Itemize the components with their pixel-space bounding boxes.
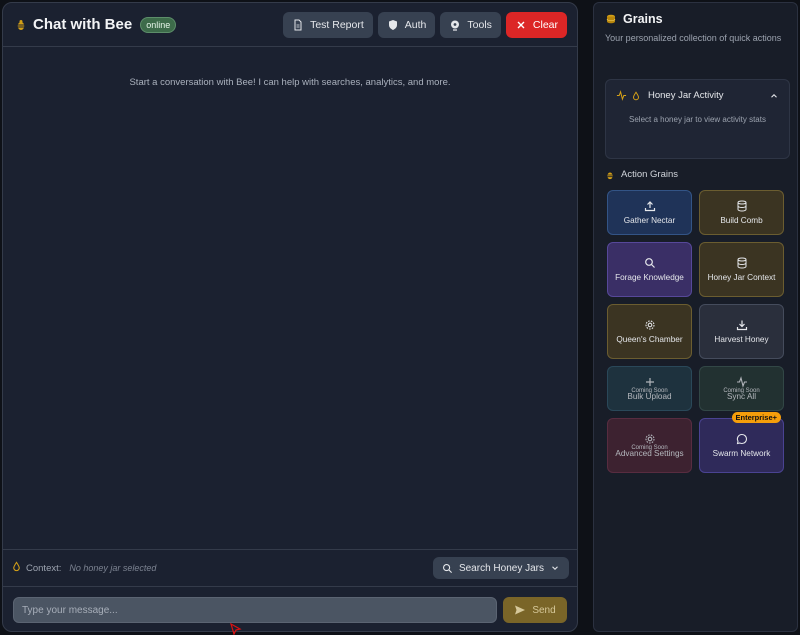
grains-subtitle: Your personalized collection of quick ac…: [605, 33, 782, 43]
upload-icon: [644, 200, 655, 211]
test-report-button[interactable]: Test Report: [283, 11, 373, 38]
action-grains-label: Action Grains: [605, 169, 678, 180]
bee-icon: [15, 19, 27, 31]
grains-header: Grains: [594, 3, 797, 26]
send-icon: [515, 605, 526, 615]
context-label: Context:: [26, 562, 62, 574]
clear-button[interactable]: Clear: [505, 11, 567, 38]
search-honey-jars-label: Search Honey Jars: [458, 562, 544, 574]
chevron-up-icon[interactable]: [769, 91, 779, 101]
shield-icon: [388, 19, 397, 30]
document-icon: [294, 19, 302, 30]
message-input-row: Send: [3, 595, 577, 625]
tile-label: Gather Nectar: [623, 215, 676, 225]
chat-panel: Chat with Bee online Test Report Auth To…: [2, 2, 578, 632]
harvest-honey-tile[interactable]: Harvest Honey: [699, 304, 784, 359]
coming-soon-badge: Coming Soon: [723, 388, 760, 394]
search-honey-jars-button[interactable]: Search Honey Jars: [432, 557, 569, 579]
activity-body: Select a honey jar to view activity stat…: [629, 115, 766, 124]
activity-title: Honey Jar Activity: [648, 90, 724, 101]
coins-icon: [606, 14, 616, 24]
brain-icon: [451, 20, 460, 31]
coming-soon-badge: Coming Soon: [631, 445, 668, 451]
status-badge: online: [140, 16, 177, 33]
swarm-network-tile[interactable]: Enterprise+ Swarm Network: [699, 412, 784, 473]
tile-label: Forage Knowledge: [615, 272, 684, 282]
bee-icon: [607, 172, 613, 179]
build-comb-tile[interactable]: Build Comb: [699, 190, 784, 235]
action-grains-text: Action Grains: [621, 169, 679, 180]
gear-icon: [644, 319, 655, 330]
search-icon: [644, 257, 655, 268]
database-icon: [737, 257, 746, 269]
gather-nectar-tile[interactable]: Gather Nectar: [607, 190, 692, 235]
bulk-upload-tile[interactable]: Bulk Upload Coming Soon: [607, 366, 692, 411]
auth-label: Auth: [404, 18, 427, 31]
chevron-down-icon: [552, 566, 558, 571]
honey-jar-context-tile[interactable]: Honey Jar Context: [699, 242, 784, 297]
header-actions: Test Report Auth Tools Clear: [283, 11, 567, 38]
activity-icon: [616, 90, 627, 101]
grains-panel: Grains Your personalized collection of q…: [593, 2, 798, 632]
clear-label: Clear: [532, 18, 558, 31]
mouse-cursor-icon: [230, 623, 242, 635]
chat-title: Chat with Bee: [33, 16, 133, 33]
download-icon: [736, 320, 747, 330]
send-button[interactable]: Send: [503, 597, 567, 623]
coming-soon-badge: Coming Soon: [631, 388, 668, 394]
honey-jar-activity-card[interactable]: Honey Jar Activity Select a honey jar to…: [605, 79, 790, 159]
honey-drop-icon: [632, 90, 640, 100]
grains-title: Grains: [623, 12, 663, 26]
search-icon: [442, 563, 452, 573]
tile-label: Queen's Chamber: [616, 334, 683, 344]
message-input[interactable]: [13, 597, 497, 623]
advanced-settings-tile[interactable]: Advanced Settings Coming Soon: [607, 418, 692, 473]
sync-all-tile[interactable]: Sync All Coming Soon: [699, 366, 784, 411]
message-icon: [736, 433, 747, 444]
empty-state-message: Start a conversation with Bee! I can hel…: [129, 77, 451, 88]
database-icon: [737, 200, 746, 212]
activity-header: Honey Jar Activity: [606, 80, 789, 101]
auth-button[interactable]: Auth: [377, 11, 436, 38]
close-icon: [517, 21, 525, 28]
tile-label: Swarm Network: [712, 448, 771, 458]
tools-button[interactable]: Tools: [440, 11, 501, 38]
context-bar: Context: No honey jar selected Search Ho…: [3, 549, 577, 587]
queens-chamber-tile[interactable]: Queen's Chamber: [607, 304, 692, 359]
tile-label: Build Comb: [720, 215, 763, 225]
forage-knowledge-tile[interactable]: Forage Knowledge: [607, 242, 692, 297]
context-value: No honey jar selected: [69, 563, 157, 573]
send-label: Send: [532, 604, 556, 616]
tile-label: Honey Jar Context: [707, 272, 776, 282]
enterprise-badge: Enterprise+: [731, 412, 781, 423]
tile-label: Harvest Honey: [714, 334, 769, 344]
test-report-label: Test Report: [310, 18, 364, 31]
honey-drop-icon: [11, 559, 22, 577]
chat-header: Chat with Bee online Test Report Auth To…: [3, 3, 577, 47]
tools-label: Tools: [467, 18, 492, 31]
action-grains-grid: Gather Nectar Build Comb Forage Knowledg…: [607, 190, 784, 473]
